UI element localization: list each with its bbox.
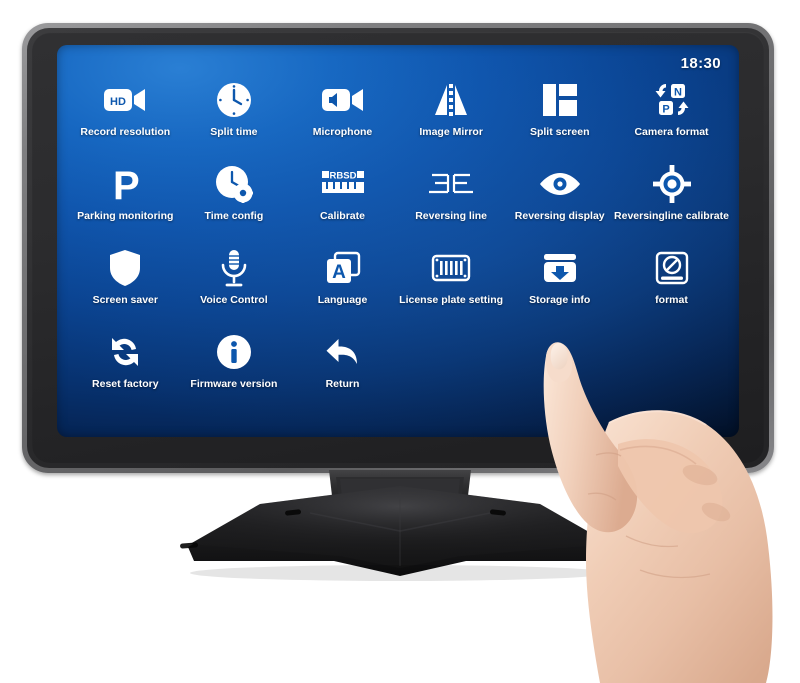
menu-item-storage-info[interactable]: Storage info [505,245,614,326]
reversing-line-icon [427,161,475,207]
menu-item-firmware-version[interactable]: Firmware version [180,329,289,410]
menu-item-calibrate[interactable]: RBSD Calibrate [288,161,397,242]
menu-label: Split time [210,126,258,138]
menu-item-license-plate-setting[interactable]: License plate setting [397,245,506,326]
menu-label: Calibrate [320,210,365,222]
menu-label: Time config [204,210,264,222]
menu-label: Return [325,378,360,390]
menu-item-screen-saver[interactable]: Screen saver [71,245,180,326]
npsc-pal-format-icon: N P [652,77,692,123]
menu-item-image-mirror[interactable]: Image Mirror [397,77,506,158]
menu-label: Reversing line [415,210,487,222]
clock-icon [216,77,252,123]
menu-label: Language [317,294,368,306]
monitor-device: 18:30 HD Record resolution Split time Mi… [22,23,774,473]
touchscreen-display[interactable]: 18:30 HD Record resolution Split time Mi… [57,45,739,437]
menu-label: Reset factory [92,378,159,390]
menu-item-reversingline-calibrate[interactable]: Reversingline calibrate [614,161,729,242]
menu-label: Image Mirror [419,126,483,138]
crosshair-target-icon [652,161,691,207]
menu-label: Parking monitoring [77,210,174,222]
info-circle-icon [216,329,252,375]
menu-item-split-time[interactable]: Split time [180,77,289,158]
parking-p-icon: P [110,161,140,207]
settings-menu-grid: HD Record resolution Split time Micropho… [71,77,729,410]
mirror-flip-icon [432,77,470,123]
speaker-camera-icon [321,77,365,123]
svg-text:N: N [674,87,682,99]
menu-item-microphone[interactable]: Microphone [288,77,397,158]
letter-a-card-icon: A [325,245,361,291]
svg-text:P: P [113,165,140,203]
menu-item-split-screen[interactable]: Split screen [505,77,614,158]
menu-item-record-resolution[interactable]: HD Record resolution [71,77,180,158]
svg-text:HD: HD [110,96,126,108]
clock-gear-icon [215,161,253,207]
menu-label: Record resolution [80,126,171,138]
svg-text:P: P [662,104,669,116]
menu-label: Camera format [634,126,709,138]
menu-label: Firmware version [190,378,278,390]
menu-label: Screen saver [92,294,158,306]
disk-prohibited-icon [655,245,689,291]
menu-item-time-config[interactable]: Time config [180,161,289,242]
menu-label: License plate setting [399,294,504,306]
menu-label: format [655,294,688,306]
menu-item-camera-format[interactable]: N P Camera format [614,77,729,158]
back-arrow-icon [325,329,361,375]
svg-text:RBSD: RBSD [329,171,356,182]
eye-icon [538,161,582,207]
shield-check-icon [109,245,141,291]
menu-label: Storage info [529,294,591,306]
split-screen-icon [542,77,578,123]
refresh-cycle-icon [106,329,144,375]
license-plate-icon [431,245,471,291]
menu-item-parking-monitoring[interactable]: P Parking monitoring [71,161,180,242]
menu-item-reset-factory[interactable]: Reset factory [71,329,180,410]
storage-download-icon [542,245,578,291]
svg-text:A: A [332,262,346,283]
menu-item-format[interactable]: format [614,245,729,326]
status-bar-clock: 18:30 [680,55,721,72]
menu-item-return[interactable]: Return [288,329,397,410]
menu-label: Reversing display [514,210,605,222]
microphone-icon [219,245,249,291]
menu-item-reversing-line[interactable]: Reversing line [397,161,506,242]
hd-camera-icon: HD [103,77,147,123]
menu-item-voice-control[interactable]: Voice Control [180,245,289,326]
menu-item-language[interactable]: A Language [288,245,397,326]
menu-label: Voice Control [200,294,268,306]
menu-label: Microphone [312,126,373,138]
rbsd-ruler-icon: RBSD [321,161,365,207]
menu-label: Split screen [529,126,590,138]
menu-label: Reversingline calibrate [614,210,729,222]
menu-item-reversing-display[interactable]: Reversing display [505,161,614,242]
